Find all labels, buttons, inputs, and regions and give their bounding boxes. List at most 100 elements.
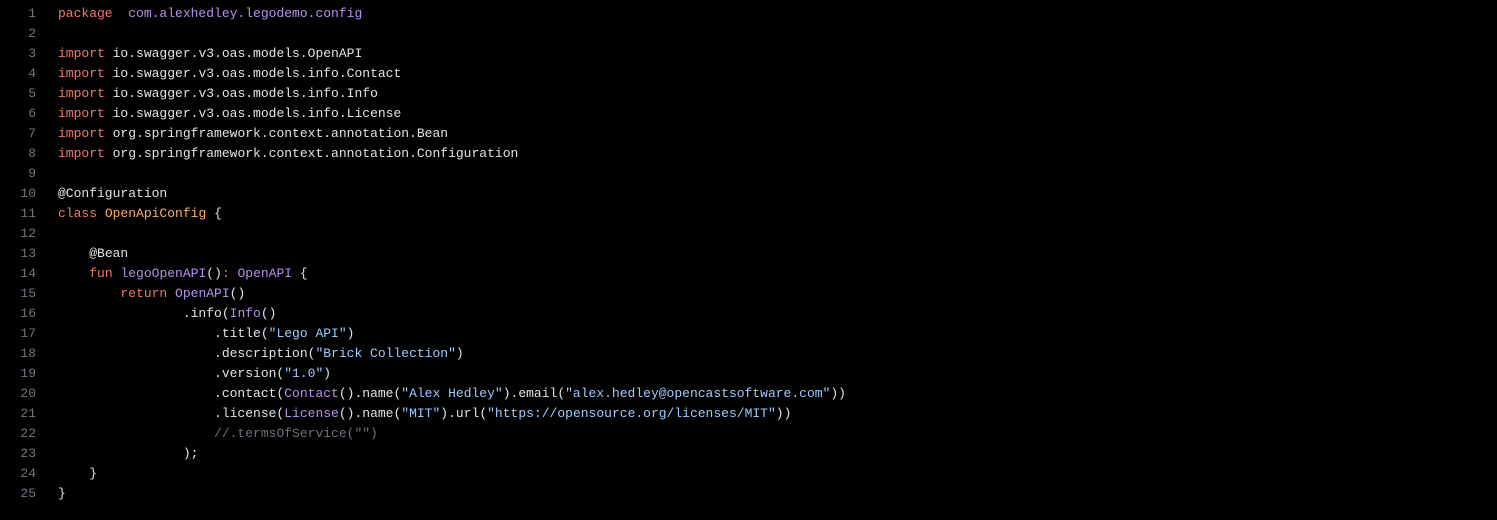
code-content[interactable]: class OpenApiConfig { bbox=[58, 204, 1497, 224]
token: "https://opensource.org/licenses/MIT" bbox=[487, 406, 776, 421]
code-content[interactable]: @Bean bbox=[58, 244, 1497, 264]
code-content[interactable]: .title("Lego API") bbox=[58, 324, 1497, 344]
code-line[interactable]: 9 bbox=[0, 164, 1497, 184]
token bbox=[58, 246, 89, 261]
token: .info( bbox=[58, 306, 230, 321]
token: () bbox=[339, 386, 355, 401]
line-number: 20 bbox=[0, 384, 58, 404]
token bbox=[105, 146, 113, 161]
token bbox=[105, 66, 113, 81]
line-number: 16 bbox=[0, 304, 58, 324]
code-line[interactable]: 23 ); bbox=[0, 444, 1497, 464]
code-line[interactable]: 16 .info(Info() bbox=[0, 304, 1497, 324]
token: { bbox=[214, 206, 222, 221]
code-content[interactable]: } bbox=[58, 464, 1497, 484]
token: import bbox=[58, 126, 105, 141]
line-number: 6 bbox=[0, 104, 58, 124]
code-content[interactable]: import io.swagger.v3.oas.models.info.Lic… bbox=[58, 104, 1497, 124]
line-number: 2 bbox=[0, 24, 58, 44]
code-content[interactable]: .version("1.0") bbox=[58, 364, 1497, 384]
code-line[interactable]: 6import io.swagger.v3.oas.models.info.Li… bbox=[0, 104, 1497, 124]
code-content[interactable]: .contact(Contact().name("Alex Hedley").e… bbox=[58, 384, 1497, 404]
code-line[interactable]: 14 fun legoOpenAPI(): OpenAPI { bbox=[0, 264, 1497, 284]
code-line[interactable]: 18 .description("Brick Collection") bbox=[0, 344, 1497, 364]
code-content[interactable]: .description("Brick Collection") bbox=[58, 344, 1497, 364]
token bbox=[97, 206, 105, 221]
token bbox=[105, 86, 113, 101]
token bbox=[105, 126, 113, 141]
token: ) bbox=[347, 326, 355, 341]
code-content[interactable]: fun legoOpenAPI(): OpenAPI { bbox=[58, 264, 1497, 284]
code-line[interactable]: 21 .license(License().name("MIT").url("h… bbox=[0, 404, 1497, 424]
token bbox=[206, 206, 214, 221]
token bbox=[58, 466, 89, 481]
code-content[interactable]: } bbox=[58, 484, 1497, 504]
code-line[interactable]: 24 } bbox=[0, 464, 1497, 484]
code-line[interactable]: 19 .version("1.0") bbox=[0, 364, 1497, 384]
code-line[interactable]: 4import io.swagger.v3.oas.models.info.Co… bbox=[0, 64, 1497, 84]
token: return bbox=[120, 286, 167, 301]
code-content[interactable]: //.termsOfService("") bbox=[58, 424, 1497, 444]
token: import bbox=[58, 66, 105, 81]
code-line[interactable]: 17 .title("Lego API") bbox=[0, 324, 1497, 344]
token: () bbox=[206, 266, 222, 281]
token: )) bbox=[830, 386, 846, 401]
code-line[interactable]: 3import io.swagger.v3.oas.models.OpenAPI bbox=[0, 44, 1497, 64]
token: io.swagger.v3.oas.models.info.Info bbox=[113, 86, 378, 101]
token: OpenAPI bbox=[238, 266, 293, 281]
token: .version( bbox=[58, 366, 284, 381]
code-content[interactable]: @Configuration bbox=[58, 184, 1497, 204]
token: () bbox=[339, 406, 355, 421]
code-line[interactable]: 10@Configuration bbox=[0, 184, 1497, 204]
line-number: 15 bbox=[0, 284, 58, 304]
token: "Brick Collection" bbox=[315, 346, 455, 361]
code-content[interactable]: import org.springframework.context.annot… bbox=[58, 124, 1497, 144]
line-number: 13 bbox=[0, 244, 58, 264]
code-line[interactable]: 25} bbox=[0, 484, 1497, 504]
code-content[interactable]: import io.swagger.v3.oas.models.OpenAPI bbox=[58, 44, 1497, 64]
code-content[interactable]: .info(Info() bbox=[58, 304, 1497, 324]
code-editor[interactable]: 1package com.alexhedley.legodemo.config2… bbox=[0, 4, 1497, 504]
line-number: 10 bbox=[0, 184, 58, 204]
token: import bbox=[58, 106, 105, 121]
token bbox=[58, 266, 89, 281]
code-line[interactable]: 20 .contact(Contact().name("Alex Hedley"… bbox=[0, 384, 1497, 404]
token: org.springframework.context.annotation.C… bbox=[113, 146, 519, 161]
code-content[interactable] bbox=[58, 164, 1497, 184]
code-content[interactable] bbox=[58, 224, 1497, 244]
token: .description( bbox=[58, 346, 315, 361]
code-line[interactable]: 13 @Bean bbox=[0, 244, 1497, 264]
code-line[interactable]: 11class OpenApiConfig { bbox=[0, 204, 1497, 224]
token: com.alexhedley.legodemo.config bbox=[128, 6, 362, 21]
code-line[interactable]: 2 bbox=[0, 24, 1497, 44]
code-content[interactable]: import org.springframework.context.annot… bbox=[58, 144, 1497, 164]
token bbox=[105, 106, 113, 121]
token bbox=[105, 46, 113, 61]
code-content[interactable] bbox=[58, 24, 1497, 44]
token: ); bbox=[183, 446, 199, 461]
token: @Bean bbox=[89, 246, 128, 261]
token: @Configuration bbox=[58, 186, 167, 201]
code-content[interactable]: package com.alexhedley.legodemo.config bbox=[58, 4, 1497, 24]
code-content[interactable]: ); bbox=[58, 444, 1497, 464]
code-line[interactable]: 12 bbox=[0, 224, 1497, 244]
token: class bbox=[58, 206, 97, 221]
token: ) bbox=[503, 386, 511, 401]
token: io.swagger.v3.oas.models.info.Contact bbox=[113, 66, 402, 81]
code-line[interactable]: 7import org.springframework.context.anno… bbox=[0, 124, 1497, 144]
code-line[interactable]: 15 return OpenAPI() bbox=[0, 284, 1497, 304]
token: io.swagger.v3.oas.models.OpenAPI bbox=[113, 46, 363, 61]
code-line[interactable]: 1package com.alexhedley.legodemo.config bbox=[0, 4, 1497, 24]
token: } bbox=[89, 466, 97, 481]
code-line[interactable]: 5import io.swagger.v3.oas.models.info.In… bbox=[0, 84, 1497, 104]
token: org.springframework.context.annotation.B… bbox=[113, 126, 448, 141]
code-content[interactable]: import io.swagger.v3.oas.models.info.Con… bbox=[58, 64, 1497, 84]
token: () bbox=[261, 306, 277, 321]
code-content[interactable]: import io.swagger.v3.oas.models.info.Inf… bbox=[58, 84, 1497, 104]
token bbox=[292, 266, 300, 281]
code-content[interactable]: return OpenAPI() bbox=[58, 284, 1497, 304]
code-content[interactable]: .license(License().name("MIT").url("http… bbox=[58, 404, 1497, 424]
code-line[interactable]: 22 //.termsOfService("") bbox=[0, 424, 1497, 444]
line-number: 9 bbox=[0, 164, 58, 184]
code-line[interactable]: 8import org.springframework.context.anno… bbox=[0, 144, 1497, 164]
